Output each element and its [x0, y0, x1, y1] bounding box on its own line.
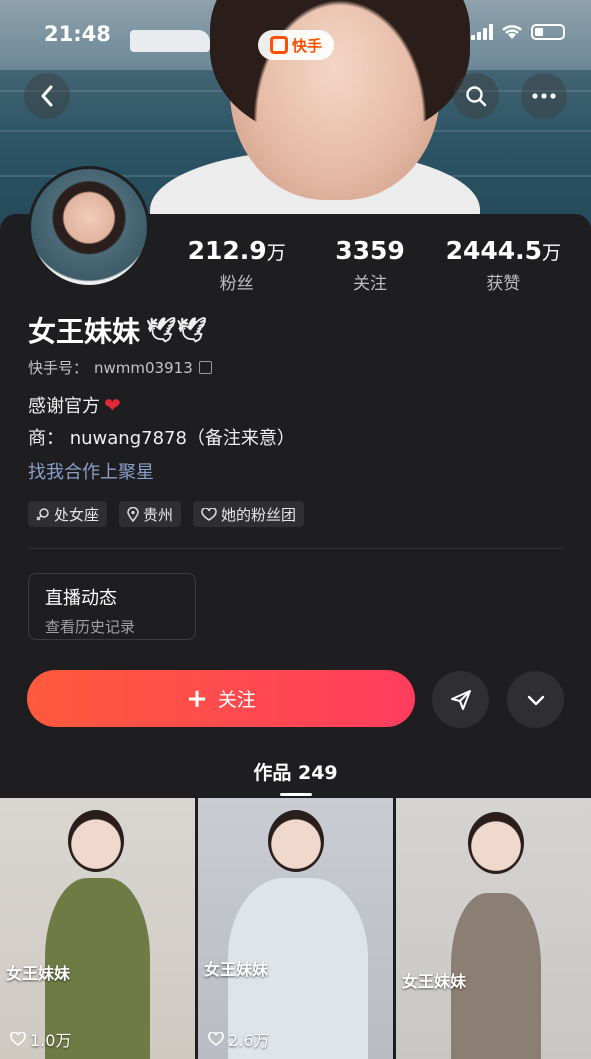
search-icon	[466, 86, 487, 107]
share-button[interactable]	[432, 671, 489, 728]
wifi-icon	[502, 25, 522, 39]
more-dots-icon	[532, 93, 556, 99]
live-card-subtitle: 查看历史记录	[45, 618, 136, 636]
video-likes: 1.0万	[10, 1027, 71, 1051]
stat-value: 3359	[335, 236, 405, 265]
tag-label: 她的粉丝团	[221, 505, 297, 524]
status-icons	[471, 24, 565, 40]
video-likes: 2.6万	[208, 1027, 269, 1051]
bio-line-1: 感谢官方 ❤	[28, 392, 121, 418]
status-time: 21:48	[44, 22, 111, 46]
app-badge: 快手	[258, 30, 334, 60]
tag-label: 处女座	[54, 505, 100, 524]
video-thumbnail[interactable]: 女王妹妹	[396, 798, 591, 1059]
copy-icon[interactable]	[198, 361, 212, 374]
back-button[interactable]	[24, 73, 70, 119]
chevron-down-icon	[527, 695, 544, 705]
stat-following[interactable]: 3359 关注	[303, 236, 436, 294]
video-grid: 女王妹妹 1.0万 女王妹妹 2.6万 女王妹妹	[0, 798, 591, 1059]
search-button[interactable]	[453, 73, 499, 119]
expand-button[interactable]	[507, 671, 564, 728]
video-thumbnail[interactable]: 女王妹妹 1.0万	[0, 798, 195, 1059]
kuaishou-logo-icon	[269, 36, 288, 54]
stat-fans[interactable]: 212.9万 粉丝	[170, 236, 303, 294]
divider	[28, 548, 564, 549]
tag-label: 贵州	[143, 505, 174, 524]
kuaishou-id: 快手号： nwmm03913	[28, 357, 212, 378]
status-bar: 21:48 快手	[0, 20, 591, 60]
kuaishou-id-value: nwmm03913	[94, 358, 193, 377]
video-likes-count: 1.0万	[30, 1031, 72, 1050]
tag-fan-group[interactable]: 她的粉丝团	[193, 501, 305, 527]
stat-value: 212.9	[187, 236, 267, 265]
profile-tags: 处女座 贵州 她的粉丝团	[28, 501, 305, 527]
figure-head	[268, 810, 324, 872]
video-caption: 女王妹妹	[6, 964, 71, 983]
video-likes-count: 2.6万	[228, 1031, 270, 1050]
plus-icon: +	[186, 683, 208, 714]
more-button[interactable]	[521, 73, 567, 119]
stat-label: 关注	[352, 274, 387, 294]
live-history-card[interactable]: 直播动态 查看历史记录	[28, 573, 196, 640]
video-thumbnail[interactable]: 女王妹妹 2.6万	[198, 798, 393, 1059]
profile-stats: 212.9万 粉丝 3359 关注 2444.5万 获赞	[170, 236, 570, 294]
battery-icon	[531, 24, 565, 40]
stat-unit: 万	[542, 242, 562, 264]
video-caption: 女王妹妹	[402, 972, 467, 991]
fan-group-icon	[201, 507, 217, 521]
send-icon	[450, 689, 471, 710]
heart-outline-icon	[10, 1032, 26, 1046]
stat-value: 2444.5	[445, 236, 543, 265]
bio-line-2: 商： nuwang7878（备注来意）	[28, 428, 295, 449]
bio-text: 感谢官方	[28, 396, 100, 417]
cooperation-link[interactable]: 找我合作上聚星	[28, 458, 154, 484]
cellular-signal-icon	[471, 24, 493, 40]
location-icon	[127, 506, 139, 522]
zodiac-icon	[36, 508, 49, 521]
profile-name: 女王妹妹 🕊🕊	[28, 310, 207, 350]
tag-location[interactable]: 贵州	[119, 501, 182, 527]
stat-likes[interactable]: 2444.5万 获赞	[437, 236, 570, 294]
heart-outline-icon	[208, 1032, 224, 1046]
follow-button-label: 关注	[217, 689, 256, 711]
tab-works[interactable]: 作品 249	[0, 758, 591, 785]
figure-head	[468, 812, 524, 874]
tab-underline	[280, 793, 312, 796]
follow-button[interactable]: + 关注	[27, 670, 415, 727]
stat-unit: 万	[266, 242, 286, 264]
profile-name-text: 女王妹妹	[28, 315, 141, 348]
app-badge-label: 快手	[291, 36, 322, 55]
live-card-title: 直播动态	[45, 588, 117, 609]
dove-emoji: 🕊🕊	[146, 316, 207, 344]
figure-head	[68, 810, 124, 872]
kuaishou-id-label: 快手号：	[28, 359, 89, 377]
video-caption: 女王妹妹	[204, 960, 269, 979]
avatar[interactable]	[28, 166, 150, 288]
chevron-left-icon	[41, 85, 53, 107]
tag-zodiac[interactable]: 处女座	[28, 501, 108, 527]
heart-emoji: ❤	[104, 393, 121, 417]
stat-label: 获赞	[486, 274, 521, 294]
stat-label: 粉丝	[219, 274, 254, 294]
